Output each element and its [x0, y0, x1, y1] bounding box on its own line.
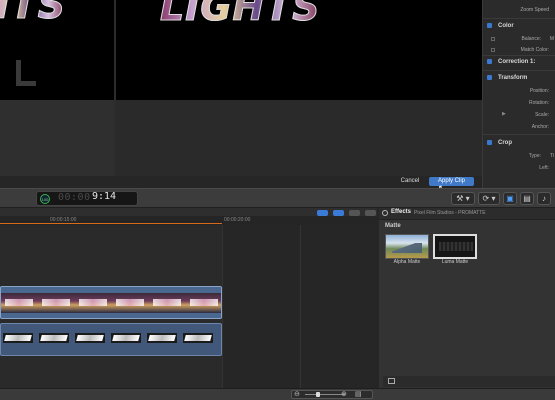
- corner-crop-mark: [16, 60, 36, 86]
- title-thumbnail: [111, 333, 141, 343]
- effects-browser-button[interactable]: ▣: [503, 192, 517, 205]
- timecode-dim-digits: 00:00: [58, 192, 91, 203]
- title-art-left: HTS: [0, 0, 66, 25]
- music-browser-button[interactable]: ♪: [537, 192, 551, 205]
- checkbox-icon[interactable]: [487, 140, 492, 145]
- title-thumbnail: [3, 333, 33, 343]
- type-value[interactable]: Ti: [550, 153, 554, 159]
- alpha-matte-label: Alpha Matte: [393, 259, 421, 265]
- balance-label: Balance:: [521, 36, 541, 42]
- timeline-gridline: [300, 225, 301, 388]
- clip-thumbnail: [1, 293, 38, 313]
- section-color[interactable]: Color: [487, 23, 514, 29]
- camera-icon: ▤: [523, 194, 531, 203]
- match-color-checkbox[interactable]: [491, 48, 495, 52]
- title-art-right: LIGHTS: [160, 0, 321, 27]
- timeline-gridline: [222, 225, 223, 388]
- tool-select-button[interactable]: ⚒ ▾: [451, 192, 475, 205]
- position-label: Position:: [529, 88, 549, 94]
- viewer-divider: [114, 0, 116, 176]
- luma-matte-label: Luma Matte: [441, 259, 469, 265]
- right-viewer[interactable]: LIGHTS: [115, 0, 482, 100]
- clip-thumbnail: [38, 293, 75, 313]
- video-clip[interactable]: [0, 286, 222, 319]
- title-thumbnail: [39, 333, 69, 343]
- type-label: Type:: [528, 153, 541, 159]
- inspector-separator: [483, 134, 555, 135]
- scale-label: Scale:: [535, 112, 549, 118]
- zoom-slider-knob[interactable]: [316, 392, 320, 397]
- effects-category-label: Matte: [385, 223, 401, 229]
- title-thumbnail: [183, 333, 213, 343]
- effects-icon: ▣: [506, 194, 514, 203]
- anchor-label: Anchor:: [531, 124, 549, 130]
- section-color-label: Color: [498, 23, 514, 30]
- effects-source: Pixel Film Studios - PROMATTE: [414, 210, 486, 216]
- checkbox-icon[interactable]: [487, 59, 492, 64]
- checkbox-icon[interactable]: [487, 75, 492, 80]
- retime-icon: ⟳ ▾: [482, 194, 496, 203]
- title-thumbnail: [147, 333, 177, 343]
- retime-button[interactable]: ⟳ ▾: [478, 192, 500, 205]
- inspector-separator: [483, 55, 555, 56]
- inspector-separator: [483, 18, 555, 19]
- left-label: Left:: [539, 165, 549, 171]
- zoom-speed-label: Zoom Speed: [520, 7, 549, 13]
- tool-arrow-icon: ⚒ ▾: [456, 194, 470, 203]
- luma-matte-thumbnail[interactable]: [433, 234, 477, 259]
- timecode-percent-badge: 100: [40, 194, 50, 204]
- editor-window: HTS LIGHTS Cancel Apply Clip ↖ Zoom Spee…: [0, 0, 555, 400]
- match-color-label: Match Color:: [520, 47, 549, 53]
- timeline-footer: [0, 388, 555, 400]
- inspector-separator: [483, 70, 555, 71]
- alpha-matte-thumbnail[interactable]: [385, 234, 429, 259]
- section-transform[interactable]: Transform: [487, 75, 527, 81]
- photo-browser-button[interactable]: ▤: [520, 192, 534, 205]
- section-crop-label: Crop: [498, 140, 512, 147]
- title-thumbnail: [75, 333, 105, 343]
- rotation-label: Rotation:: [528, 100, 549, 106]
- effects-menu-icon[interactable]: [382, 210, 388, 216]
- zoom-out-icon[interactable]: ⊖: [294, 390, 300, 398]
- ruler-label: 00:00:20:00: [224, 217, 251, 223]
- effects-title: Effects: [391, 209, 412, 215]
- balance-value[interactable]: M: [550, 36, 554, 42]
- zoom-slider-track[interactable]: [305, 394, 345, 395]
- clip-thumbnail: [149, 293, 186, 313]
- section-transform-label: Transform: [498, 75, 528, 82]
- panel-divider[interactable]: [377, 208, 379, 388]
- clip-thumbnail: [75, 293, 112, 313]
- viewer-right-bottom: [115, 100, 482, 176]
- zoom-in-icon[interactable]: ⊕: [341, 390, 347, 398]
- section-correction[interactable]: Correction 1:: [487, 59, 535, 65]
- title-clip[interactable]: [0, 323, 222, 356]
- section-correction-label: Correction 1:: [498, 59, 536, 66]
- cancel-button[interactable]: Cancel: [393, 177, 427, 186]
- music-note-icon: ♪: [542, 194, 546, 203]
- timecode-value: 9:14: [92, 191, 117, 202]
- clip-thumbnail: [112, 293, 149, 313]
- inspector-panel: Zoom Speed Color Balance: M Match Color:…: [482, 0, 555, 188]
- clip-appearance-menu-icon[interactable]: ▤: [355, 390, 362, 398]
- effects-footer: [383, 376, 555, 387]
- clip-thumbnail: [186, 293, 221, 313]
- section-crop[interactable]: Crop: [487, 140, 512, 146]
- balance-checkbox[interactable]: [491, 37, 495, 41]
- apply-clip-button[interactable]: Apply Clip: [429, 177, 474, 186]
- checkbox-icon[interactable]: [487, 23, 492, 28]
- timecode-badge-text: 100: [41, 197, 49, 202]
- sidebar-toggle-icon[interactable]: [388, 378, 395, 384]
- range-selection-bar: [0, 223, 222, 224]
- disclosure-triangle-icon[interactable]: ▶: [502, 111, 506, 117]
